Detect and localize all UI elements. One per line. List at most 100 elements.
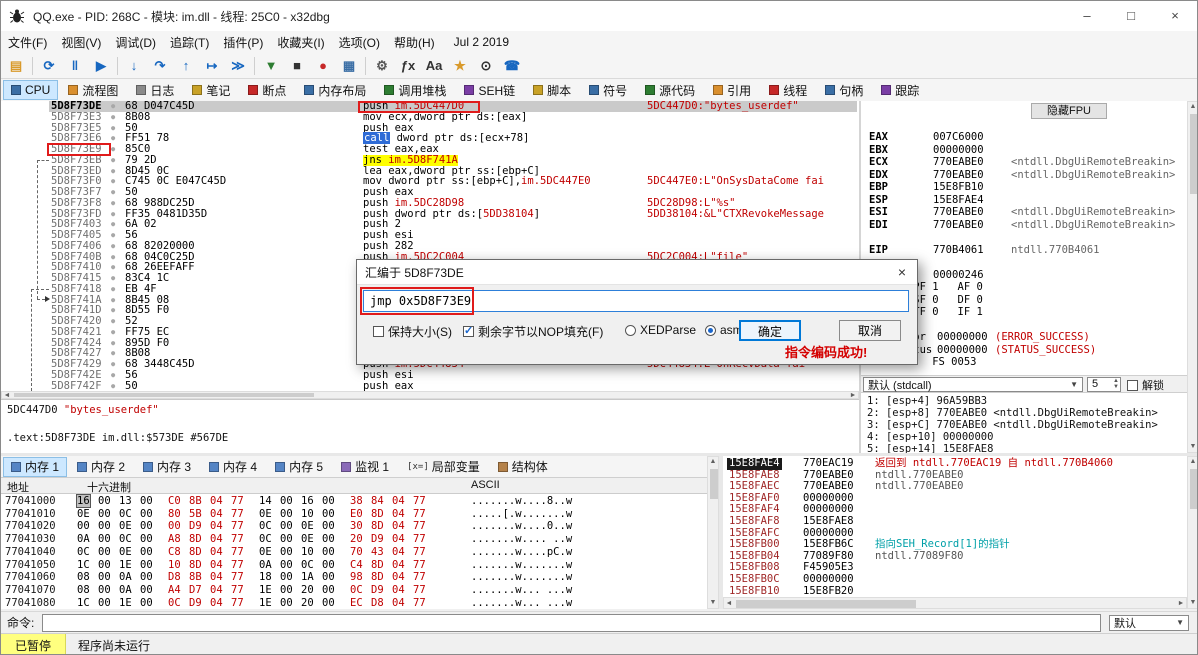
disasm-row[interactable]: 5D8F742F ● 50 push eax — [1, 380, 859, 392]
tab-cpu[interactable]: CPU — [3, 80, 59, 100]
memtab-7[interactable]: 结构体 — [490, 457, 556, 477]
breakpoint-dot-icon[interactable]: ● — [111, 273, 115, 284]
memtab-4[interactable]: 内存 5 — [267, 457, 331, 477]
registers-vscroll-thumb[interactable] — [1190, 114, 1197, 194]
stack-vscroll-thumb[interactable] — [1190, 469, 1197, 509]
cancel-button[interactable]: 取消 — [839, 320, 901, 341]
tab-memory-map[interactable]: 内存布局 — [296, 80, 374, 100]
register-line[interactable]: EBP 15E8FB10 — [861, 181, 1187, 193]
argument-count-spinner[interactable]: 5 ▲ ▼ — [1087, 377, 1121, 392]
xedparse-radio-circle[interactable] — [625, 324, 636, 336]
trace-into-icon[interactable]: ▼ — [258, 55, 284, 77]
argument-row[interactable]: 2: [esp+8] 770EABE0 <ntdll.DbgUiRemoteBr… — [867, 407, 1158, 419]
menu-item-7[interactable]: 帮助(H) — [387, 34, 442, 51]
breakpoint-dot-icon[interactable]: ● — [111, 370, 115, 381]
memtab-6[interactable]: [x=] 局部变量 — [399, 457, 488, 477]
stack-scroll-up-icon[interactable]: ▲ — [1188, 457, 1197, 467]
breakpoint-dot-icon[interactable]: ● — [111, 359, 115, 370]
tab-references[interactable]: 引用 — [705, 80, 759, 100]
scroll-up-icon[interactable]: ▲ — [1188, 102, 1197, 112]
dump-scroll-up-icon[interactable]: ▲ — [708, 457, 718, 467]
settings-gear-icon[interactable]: ⚙ — [369, 55, 395, 77]
stack-pane[interactable]: 15E8FAE4 770EAC19 返回到 ntdll.770EAC19 自 ntd… — [723, 456, 1187, 597]
search-icon[interactable]: ⊙ — [473, 55, 499, 77]
memory-map-icon[interactable]: ▦ — [336, 55, 362, 77]
stack-row[interactable]: 15E8FB04 77089F80 ntdll.77089F80 — [723, 550, 1187, 563]
argument-row[interactable]: 1: [esp+4] 96A59BB3 — [867, 395, 987, 407]
stack-hscroll-thumb[interactable] — [736, 600, 916, 608]
tab-threads[interactable]: 线程 — [761, 80, 815, 100]
title-bar[interactable]: QQ.exe - PID: 268C - 模块: im.dll - 线程: 25… — [1, 1, 1197, 32]
register-line[interactable]: ESI 770EABE0 <ntdll.DbgUiRemoteBreakin> — [861, 206, 1187, 218]
command-input[interactable] — [42, 613, 1101, 632]
nop-fill-checkbox-box[interactable] — [463, 324, 474, 337]
stack-row[interactable]: 15E8FB0C 00000000 — [723, 573, 1187, 586]
stack-scroll-right-icon[interactable]: ► — [1176, 599, 1186, 609]
registers-vscrollbar[interactable]: ▲ ▼ — [1187, 101, 1197, 453]
maximize-button[interactable]: □ — [1109, 1, 1153, 31]
breakpoint-dot-icon[interactable]: ● — [111, 155, 115, 166]
unlock-checkbox-box[interactable] — [1127, 379, 1138, 391]
scroll-down-icon[interactable]: ▼ — [1188, 442, 1197, 452]
hide-fpu-button[interactable]: 隐藏FPU — [1031, 103, 1107, 119]
dump-scroll-down-icon[interactable]: ▼ — [708, 598, 718, 608]
breakpoint-dot-icon[interactable]: ● — [111, 381, 115, 392]
register-line[interactable]: EIP 770B4061 ntdll.770B4061 — [861, 244, 1187, 256]
calling-convention-combo[interactable]: 默认 (stdcall) ▼ — [863, 377, 1083, 392]
stack-vscrollbar[interactable]: ▲ ▼ — [1187, 456, 1197, 609]
dump-row[interactable]: 77041070 08 00 0A 00 A4 D7 04 77 1E 00 20 00 0C D9 04 77… — [1, 584, 707, 596]
favourites-star-icon[interactable]: ★ — [447, 55, 473, 77]
fx-icon[interactable]: ƒx — [395, 55, 421, 77]
menu-item-3[interactable]: 追踪(T) — [163, 34, 216, 51]
dump-row[interactable]: 77041050 1C 00 1E 00 10 8D 04 77 0A 00 0C 00 C4 8D 04 77… — [1, 559, 707, 571]
nop-fill-checkbox[interactable]: 剩余字节以NOP填充(F) — [463, 323, 603, 340]
stack-row[interactable]: 15E8FAE4 770EAC19 返回到 ntdll.770EAC19 自 ntd… — [723, 457, 1187, 470]
breakpoint-dot-icon[interactable]: ● — [111, 262, 115, 273]
menu-item-5[interactable]: 收藏夹(I) — [270, 34, 331, 51]
tab-source[interactable]: 源代码 — [637, 80, 703, 100]
register-line[interactable]: ECX 770EABE0 <ntdll.DbgUiRemoteBreakin> — [861, 156, 1187, 168]
dump-row[interactable]: 77041060 08 00 0A 00 D8 8B 04 77 18 00 1A 00 98 8D 04 77… — [1, 571, 707, 583]
font-icon[interactable]: Aa — [421, 55, 447, 77]
stack-row[interactable]: 15E8FAF8 15E8FAE8 — [723, 515, 1187, 528]
open-file-icon[interactable]: ▤ — [3, 55, 29, 77]
argument-row[interactable]: 3: [esp+C] 770EABE0 <ntdll.DbgUiRemoteBr… — [867, 419, 1158, 431]
register-line[interactable]: EDX 770EABE0 <ntdll.DbgUiRemoteBreakin> — [861, 169, 1187, 181]
dump-row[interactable]: 77041020 00 00 0E 00 00 D9 04 77 0C 00 0E 00 30 8D 04 77… — [1, 520, 707, 532]
assemble-dialog-titlebar[interactable]: 汇编于 5D8F73DE × — [357, 260, 917, 285]
ok-button[interactable]: 确定 — [739, 320, 801, 341]
memtab-0[interactable]: 内存 1 — [3, 456, 68, 477]
restart-icon[interactable]: ⟳ — [36, 55, 62, 77]
breakpoint-dot-icon[interactable]: ● — [111, 316, 115, 327]
stack-scroll-left-icon[interactable]: ◄ — [724, 599, 734, 609]
breakpoint-dot-icon[interactable]: ● — [111, 348, 115, 359]
dump-row[interactable]: 77041040 0C 00 0E 00 C8 8D 04 77 0E 00 10 00 70 43 04 77… — [1, 546, 707, 558]
menu-item-4[interactable]: 插件(P) — [216, 34, 270, 51]
keep-size-checkbox[interactable]: 保持大小(S) — [373, 323, 452, 340]
memtab-5[interactable]: 监视 1 — [333, 457, 397, 477]
memtab-3[interactable]: 内存 4 — [201, 457, 265, 477]
breakpoints-icon[interactable]: ● — [310, 55, 336, 77]
dump-row[interactable]: 77041030 0A 00 0C 00 A8 8D 04 77 0C 00 0E 00 20 D9 04 77… — [1, 533, 707, 545]
tab-call-stack[interactable]: 调用堆栈 — [376, 80, 454, 100]
pause-icon[interactable]: ‖ — [62, 55, 88, 77]
tab-handles[interactable]: 句柄 — [817, 80, 871, 100]
dialog-close-icon[interactable]: × — [887, 264, 917, 280]
stack-hscrollbar[interactable]: ◄ ► — [723, 597, 1187, 609]
menu-item-2[interactable]: 调试(D) — [108, 34, 163, 51]
stack-row[interactable]: 15E8FAF0 00000000 — [723, 492, 1187, 505]
breakpoint-dot-icon[interactable]: ● — [111, 133, 115, 144]
menu-item-0[interactable]: 文件(F) — [1, 34, 54, 51]
register-line[interactable]: EDI 770EABE0 <ntdll.DbgUiRemoteBreakin> — [861, 219, 1187, 231]
breakpoint-dot-icon[interactable]: ● — [111, 112, 115, 123]
memtab-2[interactable]: 内存 3 — [135, 457, 199, 477]
scroll-left-icon[interactable]: ◄ — [2, 391, 12, 401]
breakpoint-dot-icon[interactable]: ● — [111, 187, 115, 198]
help-phone-icon[interactable]: ☎ — [499, 55, 525, 77]
dump-vscrollbar[interactable]: ▲ ▼ — [707, 456, 719, 609]
run-to-user-code-icon[interactable]: ↦ — [199, 55, 225, 77]
dump-vscroll-thumb[interactable] — [710, 469, 718, 499]
stop-icon[interactable]: ■ — [284, 55, 310, 77]
breakpoint-dot-icon[interactable]: ● — [111, 327, 115, 338]
stack-row[interactable]: 15E8FAF4 00000000 — [723, 504, 1187, 516]
